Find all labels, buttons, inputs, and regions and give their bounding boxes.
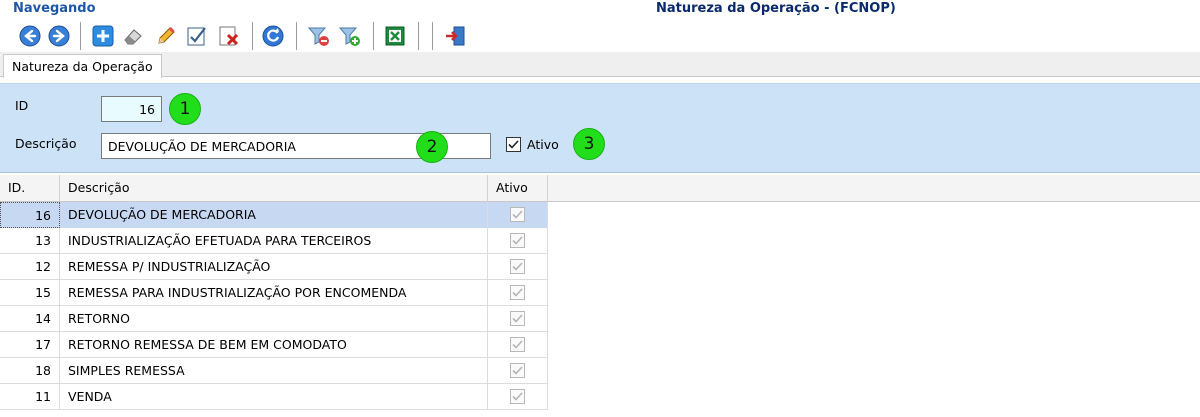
ativo-checkbox[interactable]: [510, 233, 525, 248]
forward-arrow-icon[interactable]: [46, 23, 72, 49]
toolbar-separator: [296, 22, 297, 50]
ativo-label: Ativo: [527, 137, 559, 152]
title-bar: Navegando Natureza da Operação - (FCNOP): [0, 0, 1200, 20]
toolbar-separator: [80, 22, 81, 50]
filter-remove-icon[interactable]: [306, 23, 332, 49]
delete-icon[interactable]: [216, 23, 242, 49]
window-title: Natureza da Operação - (FCNOP): [656, 1, 896, 16]
cell-id: 13: [0, 228, 60, 254]
cell-id: 15: [0, 280, 60, 306]
annotation-badge-3: 3: [573, 128, 605, 160]
ativo-checkbox[interactable]: [506, 137, 521, 152]
pencil-icon[interactable]: [153, 23, 179, 49]
ativo-checkbox[interactable]: [510, 337, 525, 352]
annotation-badge-1: 1: [169, 93, 201, 125]
table-row[interactable]: 15 REMESSA PARA INDUSTRIALIZAÇÃO POR ENCO…: [0, 280, 548, 306]
id-field[interactable]: 16: [101, 96, 162, 122]
table-row[interactable]: 14 RETORNO: [0, 306, 548, 332]
check-icon: [512, 236, 523, 245]
cell-description: DEVOLUÇÃO DE MERCADORIA: [60, 202, 488, 228]
cell-id: 18: [0, 358, 60, 384]
check-icon: [512, 366, 523, 375]
cell-id: 14: [0, 306, 60, 332]
tab-natureza-da-operacao[interactable]: Natureza da Operação: [3, 54, 162, 78]
excel-icon[interactable]: [382, 23, 408, 49]
column-header-id[interactable]: ID.: [0, 175, 60, 202]
column-header-description[interactable]: Descrição: [60, 175, 488, 202]
check-icon: [512, 314, 523, 323]
data-grid: ID. Descrição Ativo 16 DEVOLUÇÃO DE MERCA…: [0, 175, 1200, 417]
check-icon: [512, 262, 523, 271]
back-arrow-icon[interactable]: [17, 23, 43, 49]
cell-description: REMESSA PARA INDUSTRIALIZAÇÃO POR ENCOME…: [60, 280, 488, 306]
cell-description: RETORNO: [60, 306, 488, 332]
table-row[interactable]: 13 INDUSTRIALIZAÇÃO EFETUADA PARA TERCEIR…: [0, 228, 548, 254]
tab-strip: Natureza da Operação: [0, 52, 1200, 78]
description-label: Descrição: [15, 136, 77, 151]
ativo-checkbox[interactable]: [510, 259, 525, 274]
check-icon: [512, 392, 523, 401]
check-icon: [508, 140, 519, 149]
edit-check-icon[interactable]: [184, 23, 210, 49]
ativo-checkbox[interactable]: [510, 207, 525, 222]
cell-id: 12: [0, 254, 60, 280]
check-icon: [512, 340, 523, 349]
ativo-checkbox[interactable]: [510, 285, 525, 300]
toolbar: [0, 20, 1200, 52]
toolbar-separator: [432, 22, 433, 50]
toolbar-separator: [252, 22, 253, 50]
cell-description: VENDA: [60, 384, 488, 410]
cell-description: RETORNO REMESSA DE BEM EM COMODATO: [60, 332, 488, 358]
cell-id: 16: [0, 202, 60, 228]
cell-ativo: [488, 384, 548, 410]
cell-ativo: [488, 358, 548, 384]
cell-ativo: [488, 306, 548, 332]
exit-icon[interactable]: [442, 23, 468, 49]
cell-id: 11: [0, 384, 60, 410]
form-panel: ID 16 1 Descrição DEVOLUÇÃO DE MERCADORI…: [0, 83, 1200, 173]
cell-ativo: [488, 254, 548, 280]
grid-header: ID. Descrição Ativo: [0, 175, 1200, 202]
mode-label: Navegando: [13, 1, 96, 16]
toolbar-separator: [373, 22, 374, 50]
column-header-ativo[interactable]: Ativo: [488, 175, 548, 202]
cell-description: SIMPLES REMESSA: [60, 358, 488, 384]
cell-description: REMESSA P/ INDUSTRIALIZAÇÃO: [60, 254, 488, 280]
cell-description: INDUSTRIALIZAÇÃO EFETUADA PARA TERCEIROS: [60, 228, 488, 254]
table-row[interactable]: 11 VENDA: [0, 384, 548, 410]
refresh-icon[interactable]: [260, 23, 286, 49]
table-row[interactable]: 16 DEVOLUÇÃO DE MERCADORIA: [0, 202, 548, 228]
filter-add-icon[interactable]: [337, 23, 363, 49]
cell-id: 17: [0, 332, 60, 358]
eraser-icon[interactable]: [120, 23, 146, 49]
ativo-checkbox[interactable]: [510, 311, 525, 326]
table-row[interactable]: 18 SIMPLES REMESSA: [0, 358, 548, 384]
table-row[interactable]: 12 REMESSA P/ INDUSTRIALIZAÇÃO: [0, 254, 548, 280]
id-label: ID: [15, 98, 29, 113]
check-icon: [512, 210, 523, 219]
cell-ativo: [488, 202, 548, 228]
annotation-badge-2: 2: [416, 131, 448, 163]
ativo-checkbox[interactable]: [510, 389, 525, 404]
add-icon[interactable]: [90, 23, 116, 49]
cell-ativo: [488, 280, 548, 306]
toolbar-separator: [418, 22, 419, 50]
cell-ativo: [488, 332, 548, 358]
cell-ativo: [488, 228, 548, 254]
table-row[interactable]: 17 RETORNO REMESSA DE BEM EM COMODATO: [0, 332, 548, 358]
ativo-checkbox[interactable]: [510, 363, 525, 378]
check-icon: [512, 288, 523, 297]
